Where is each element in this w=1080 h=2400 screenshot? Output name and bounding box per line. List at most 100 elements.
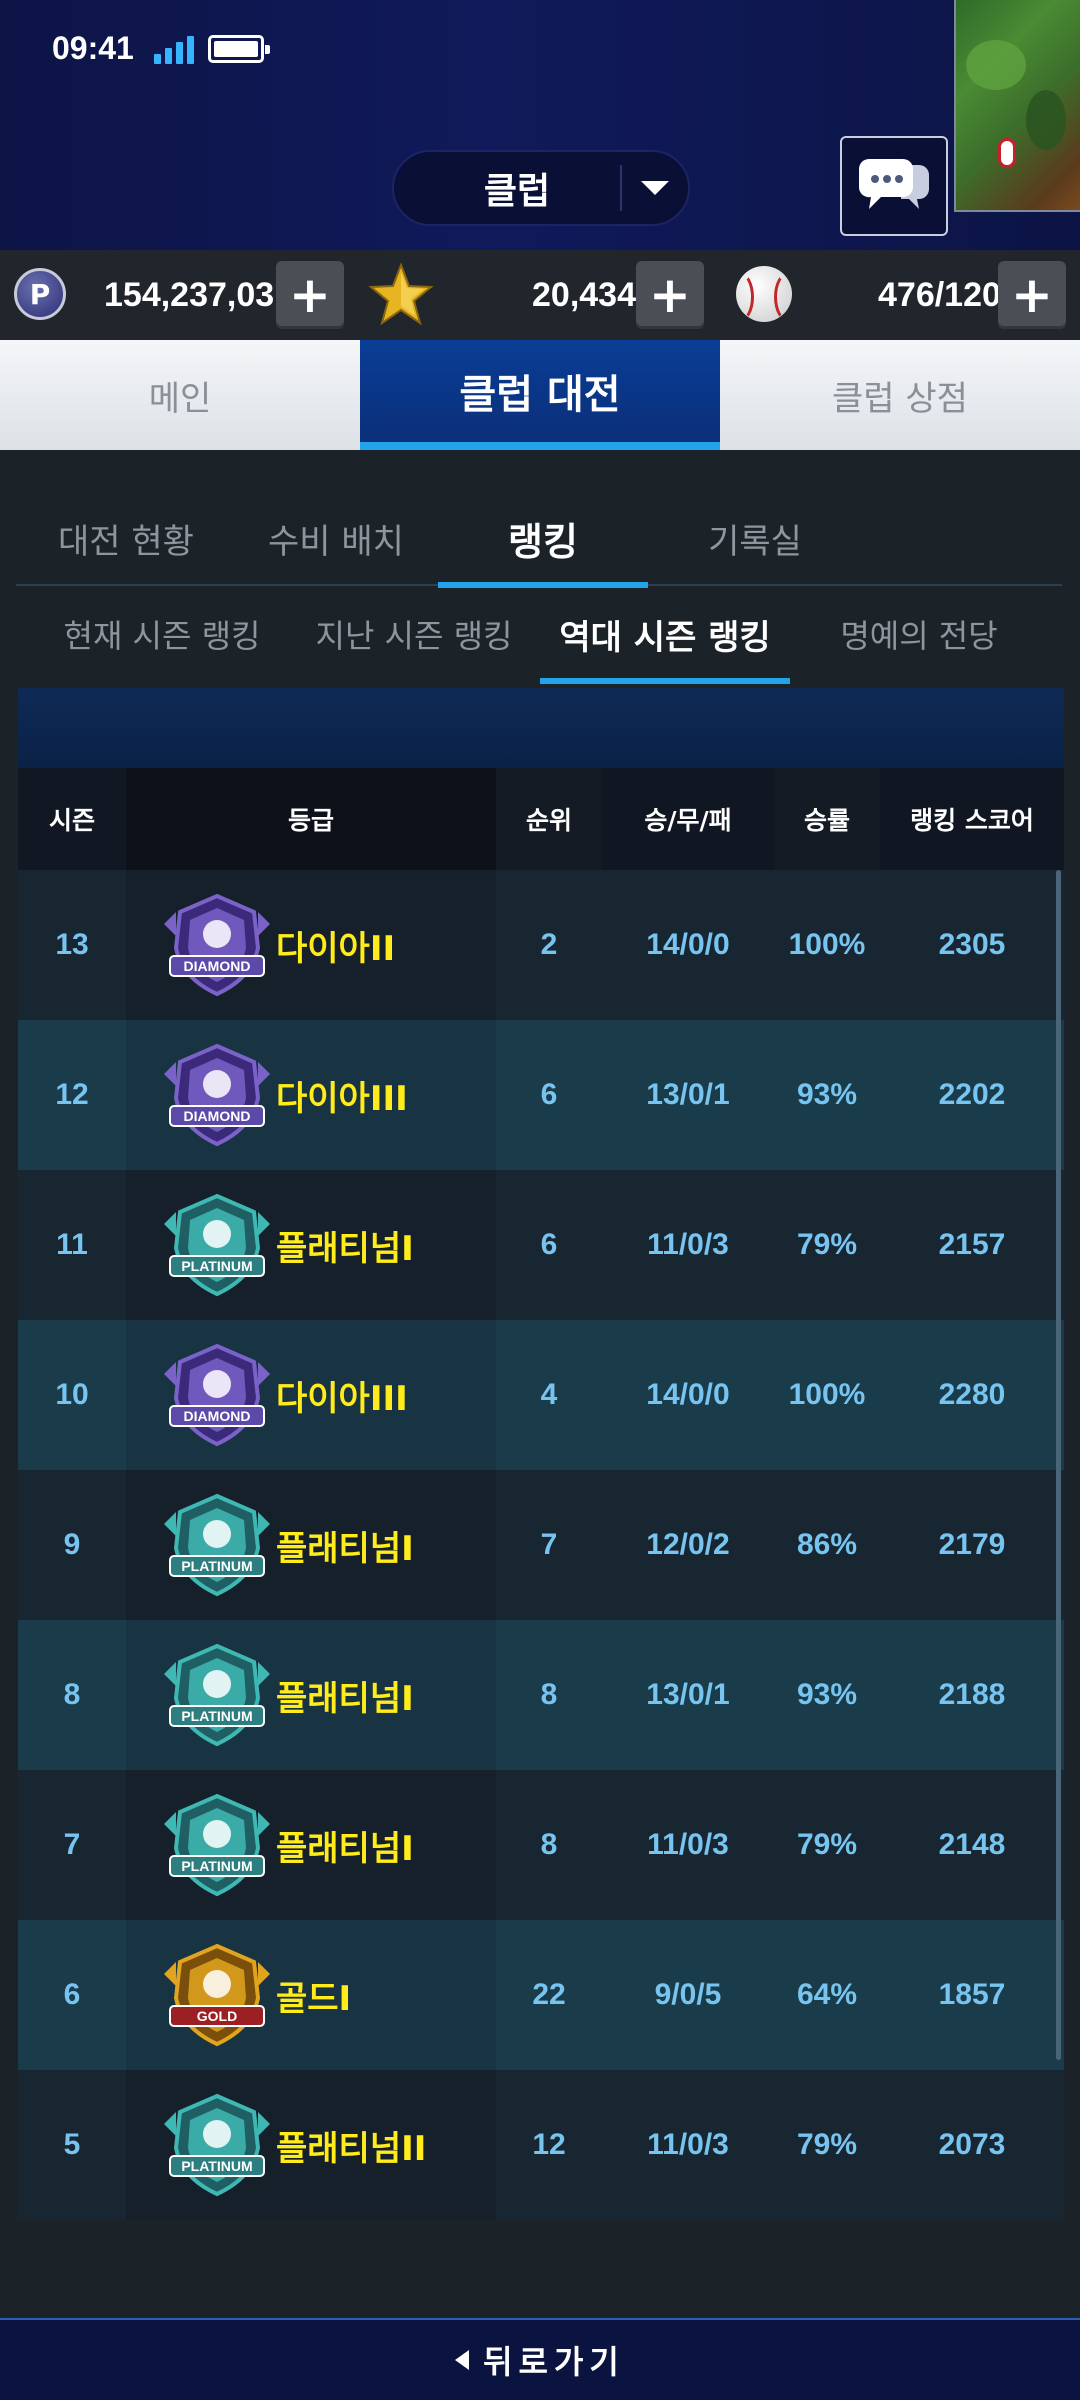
badge-label: PLATINUM	[181, 1858, 252, 1874]
win-rate-cell: 93%	[796, 1078, 858, 1111]
chevron-down-icon[interactable]	[622, 181, 688, 195]
grade-label: 플래티넘I	[276, 1678, 414, 1719]
season-cell: 12	[55, 1078, 89, 1111]
score-cell: 2179	[938, 1528, 1006, 1561]
header-season: 시즌	[48, 806, 95, 835]
score-cell: 2305	[938, 928, 1006, 961]
record-cell: 11/0/3	[647, 1228, 729, 1261]
grade-label: 다이아III	[276, 1078, 408, 1119]
season-ranking-table: 시즌 등급 순위 승/무/패 승률 랭킹 스코어 13 DIAMOND 다이아II 2…	[18, 768, 1064, 2220]
add-stars-button[interactable]: +	[636, 261, 704, 329]
rank-cell: 2	[540, 928, 558, 961]
table-row: 9 PLATINUM 플래티넘I 7 12/0/2 86% 2179	[18, 1470, 1064, 1620]
table-row: 7 PLATINUM 플래티넘I 8 11/0/3 79% 2148	[18, 1770, 1064, 1920]
win-rate-cell: 86%	[796, 1528, 858, 1561]
rank-cell: 8	[540, 1678, 558, 1711]
season-cell: 13	[55, 928, 89, 961]
tab-club-shop[interactable]: 클럽 상점	[720, 340, 1080, 450]
club-dropdown-label: 클럽	[483, 171, 551, 212]
record-cell: 14/0/0	[646, 1378, 730, 1411]
grade-cell: PLATINUM 플래티넘I	[126, 1170, 496, 1320]
rank-cell: 7	[540, 1528, 558, 1561]
badge-label: DIAMOND	[184, 958, 251, 974]
tab-ranking[interactable]: 랭킹	[438, 490, 648, 588]
score-cell: 2280	[938, 1378, 1006, 1411]
grade-cell: PLATINUM 플래티넘II	[126, 2070, 496, 2220]
season-cell: 10	[55, 1378, 89, 1411]
add-balls-button[interactable]: +	[998, 261, 1066, 329]
platinum-badge-icon: PLATINUM	[164, 1793, 270, 1897]
grade-label: 플래티넘II	[276, 2128, 427, 2169]
tab-hall-of-fame[interactable]: 명예의 전당	[824, 586, 1014, 682]
win-rate-cell: 100%	[788, 1378, 866, 1411]
currency-balls: 476/120	[878, 250, 1001, 340]
chat-button[interactable]	[840, 136, 948, 236]
grade-label: 플래티넘I	[276, 1528, 414, 1569]
battery-icon	[208, 35, 270, 63]
tab-last-season[interactable]: 지난 시즌 랭킹	[304, 586, 524, 682]
rank-cell: 8	[540, 1828, 558, 1861]
header-score: 랭킹 스코어	[880, 768, 1064, 870]
tab-club-battle[interactable]: 클럽 대전	[360, 340, 720, 450]
grade-cell: GOLD 골드I	[126, 1920, 496, 2070]
back-button[interactable]: 뒤로가기	[0, 2318, 1080, 2400]
table-row: 8 PLATINUM 플래티넘I 8 13/0/1 93% 2188	[18, 1620, 1064, 1770]
add-points-button[interactable]: +	[276, 261, 344, 329]
win-rate-cell: 64%	[796, 1978, 858, 2011]
record-cell: 14/0/0	[646, 928, 730, 961]
mic-muted-icon[interactable]	[998, 138, 1016, 168]
header-grade: 등급	[126, 768, 496, 870]
rank-cell: 6	[540, 1078, 558, 1111]
baseball-icon	[736, 266, 792, 322]
rank-cell: 4	[540, 1378, 558, 1411]
top-header: 09:41 클럽	[0, 0, 1080, 250]
badge-label: PLATINUM	[181, 1258, 252, 1274]
grade-label: 다이아II	[276, 928, 396, 969]
platinum-badge-icon: PLATINUM	[164, 1193, 270, 1297]
table-body: 13 DIAMOND 다이아II 2 14/0/0 100% 2305 12 DIAMOND 다이…	[18, 870, 1064, 2220]
signal-icon	[154, 34, 196, 64]
season-cell: 11	[56, 1228, 88, 1261]
grade-label: 플래티넘I	[276, 1228, 414, 1269]
score-cell: 2188	[938, 1678, 1006, 1711]
score-cell: 2157	[938, 1228, 1006, 1261]
table-banner	[18, 688, 1064, 768]
tab-current-season[interactable]: 현재 시즌 랭킹	[52, 586, 272, 682]
record-cell: 11/0/3	[647, 2128, 729, 2161]
table-row: 6 GOLD 골드I 22 9/0/5 64% 1857	[18, 1920, 1064, 2070]
tab-records[interactable]: 기록실	[680, 490, 830, 586]
main-tabs: 메인 클럽 대전 클럽 상점	[0, 340, 1080, 450]
season-cell: 8	[63, 1678, 81, 1711]
table-row: 12 DIAMOND 다이아III 6 13/0/1 93% 2202	[18, 1020, 1064, 1170]
tab-all-seasons[interactable]: 역대 시즌 랭킹	[540, 586, 790, 684]
header-win-rate: 승률	[774, 768, 880, 870]
grade-cell: PLATINUM 플래티넘I	[126, 1620, 496, 1770]
video-overlay[interactable]	[954, 0, 1080, 212]
table-row: 11 PLATINUM 플래티넘I 6 11/0/3 79% 2157	[18, 1170, 1064, 1320]
badge-label: PLATINUM	[181, 1708, 252, 1724]
score-cell: 1857	[938, 1978, 1006, 2011]
season-cell: 9	[63, 1528, 81, 1561]
stars-value: 20,434	[532, 275, 636, 314]
scrollbar[interactable]	[1056, 870, 1061, 2060]
gold-badge-icon: GOLD	[164, 1943, 270, 2047]
grade-label: 골드I	[276, 1978, 352, 2019]
club-dropdown[interactable]: 클럽	[392, 150, 690, 226]
star-icon	[368, 262, 434, 326]
score-cell: 2148	[938, 1828, 1006, 1861]
currency-points: 154,237,031	[104, 250, 293, 340]
platinum-badge-icon: PLATINUM	[164, 1643, 270, 1747]
grade-label: 플래티넘I	[276, 1828, 414, 1869]
header-record: 승/무/패	[602, 768, 774, 870]
back-label: 뒤로가기	[483, 2343, 625, 2381]
tab-defense[interactable]: 수비 배치	[246, 490, 426, 586]
chat-bubble-icon	[858, 159, 929, 209]
table-header: 시즌 등급 순위 승/무/패 승률 랭킹 스코어	[18, 768, 1064, 870]
tab-battle-status[interactable]: 대전 현황	[36, 490, 216, 586]
table-row: 13 DIAMOND 다이아II 2 14/0/0 100% 2305	[18, 870, 1064, 1020]
tab-main[interactable]: 메인	[0, 340, 360, 450]
badge-label: PLATINUM	[181, 1558, 252, 1574]
record-cell: 11/0/3	[647, 1828, 729, 1861]
badge-label: DIAMOND	[184, 1408, 251, 1424]
balls-value: 476/120	[878, 275, 1001, 314]
